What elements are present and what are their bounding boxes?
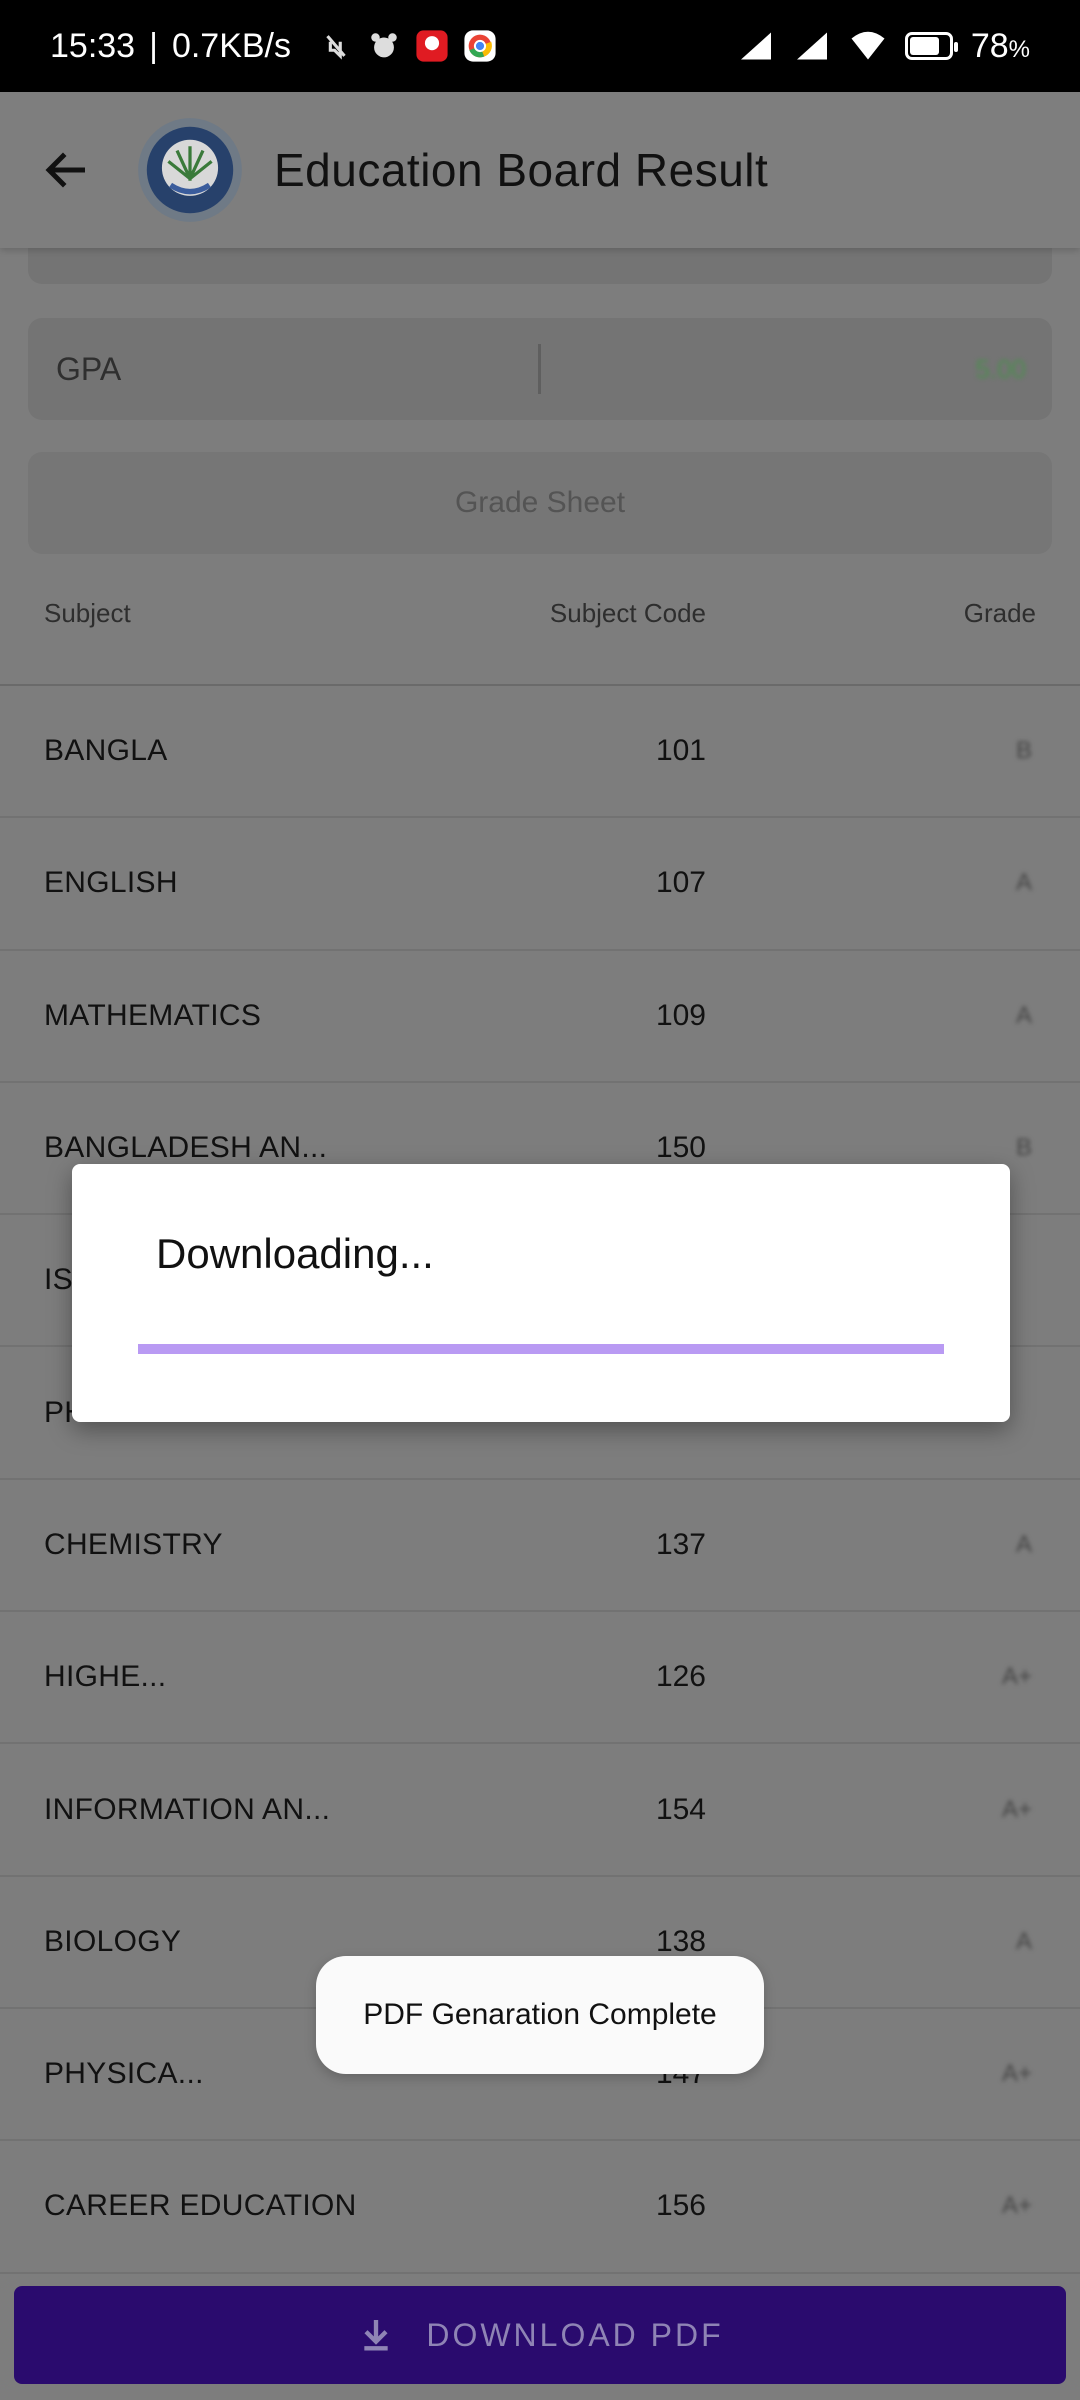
- column-header-code: Subject Code: [549, 598, 706, 628]
- signal-2-icon: [796, 32, 827, 60]
- subject-name: CHEMISTRY: [44, 1527, 223, 1561]
- download-pdf-button[interactable]: DOWNLOAD PDF: [14, 2286, 1066, 2384]
- field-divider: [538, 344, 541, 394]
- subject-code: 138: [655, 1924, 706, 1958]
- status-right: 78%: [737, 27, 1030, 66]
- subject-name: PHYSICA...: [44, 2057, 204, 2091]
- column-header-subject: Subject: [44, 598, 131, 628]
- subject-code: 109: [655, 998, 706, 1032]
- table-row: HIGHE... 126 A+: [0, 1612, 1080, 1745]
- downloading-dialog: Downloading...: [72, 1164, 1010, 1422]
- table-row: INFORMATION AN... 154 A+: [0, 1744, 1080, 1877]
- gpa-value: 5.00: [975, 353, 1026, 384]
- clock: 15:33: [50, 26, 136, 65]
- subject-code: 101: [655, 734, 706, 768]
- table-row: MATHEMATICS 109 A: [0, 951, 1080, 1083]
- education-board-logo: [138, 118, 242, 222]
- status-separator: |: [149, 26, 158, 65]
- notification-icons: [319, 29, 497, 63]
- silent-icon: [326, 35, 346, 60]
- subject-grade: A: [1015, 1001, 1032, 1029]
- network-speed: 0.7KB/s: [171, 26, 292, 65]
- subject-name: CAREER EDUCATION: [44, 2189, 357, 2223]
- subject-name: BANGLADESH AN...: [44, 1131, 328, 1165]
- progress-fill: [138, 1344, 944, 1354]
- subject-code: 126: [655, 1660, 706, 1694]
- subject-grade: B: [1015, 1134, 1032, 1162]
- download-pdf-label: DOWNLOAD PDF: [426, 2316, 724, 2353]
- table-row: CAREER EDUCATION 156 A+: [0, 2141, 1080, 2274]
- table-header: Subject Subject Code Grade: [0, 598, 1080, 638]
- page-title: Education Board Result: [274, 144, 769, 196]
- table-row: ENGLISH 107 A: [0, 818, 1080, 951]
- dialog-title: Downloading...: [156, 1230, 434, 1277]
- column-header-grade: Grade: [963, 598, 1036, 628]
- signal-1-icon: [740, 32, 771, 60]
- subject-grade: A+: [1001, 2060, 1032, 2088]
- battery-icon: [904, 32, 958, 60]
- subject-code: 156: [655, 2189, 706, 2223]
- toast-message: PDF Genaration Complete: [316, 1956, 764, 2074]
- subject-name: BIOLOGY: [44, 1924, 182, 1958]
- subject-code: 107: [655, 866, 706, 900]
- subject-code: 154: [655, 1792, 706, 1826]
- subject-grade: B: [1015, 737, 1032, 765]
- progress-bar: [138, 1344, 944, 1354]
- subject-grade: A: [1015, 1927, 1032, 1955]
- subject-grade: A: [1015, 1530, 1032, 1558]
- wifi-icon: [851, 31, 885, 60]
- grade-sheet-button[interactable]: Grade Sheet: [28, 452, 1052, 554]
- subject-name: INFORMATION AN...: [44, 1792, 331, 1826]
- subject-name: MATHEMATICS: [44, 998, 262, 1032]
- cat-app-icon: [371, 33, 397, 58]
- app-bar: Education Board Result: [0, 92, 1080, 248]
- subject-name: ENGLISH: [44, 866, 178, 900]
- table-row: BANGLA 101 B: [0, 686, 1080, 819]
- subject-name: BANGLA: [44, 734, 168, 768]
- download-icon: [364, 2320, 388, 2351]
- battery-fill: [909, 37, 939, 55]
- status-bar: 15:33 | 0.7KB/s 78%: [0, 0, 1080, 92]
- battery-percent: 78%: [970, 26, 1030, 65]
- chrome-icon: [464, 30, 496, 62]
- table-row: CHEMISTRY 137 A: [0, 1480, 1080, 1613]
- airtel-icon: [416, 30, 448, 62]
- subject-grade: A+: [1001, 1663, 1032, 1691]
- gpa-field: GPA 5.00: [28, 318, 1052, 420]
- gpa-label: GPA: [56, 350, 122, 387]
- subject-code: 137: [655, 1527, 706, 1561]
- subject-grade: A+: [1001, 2192, 1032, 2220]
- subject-name: IS: [44, 1263, 73, 1297]
- status-left: 15:33 | 0.7KB/s: [50, 27, 497, 66]
- subject-grade: A: [1015, 869, 1032, 897]
- subject-grade: A+: [1001, 1795, 1032, 1823]
- subject-name: HIGHE...: [44, 1660, 167, 1694]
- subject-code: 150: [655, 1131, 706, 1165]
- arrow-back-icon[interactable]: [40, 143, 94, 197]
